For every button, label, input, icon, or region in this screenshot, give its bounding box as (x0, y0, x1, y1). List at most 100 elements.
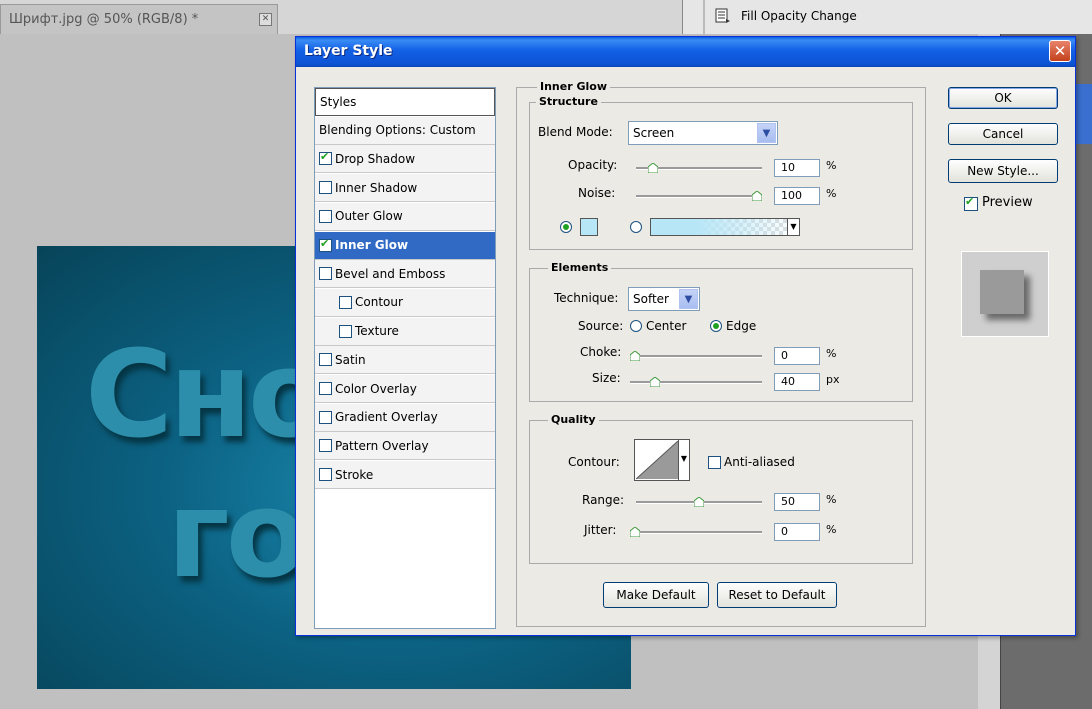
cancel-button[interactable]: Cancel (948, 123, 1058, 145)
style-item-label: Satin (335, 352, 366, 367)
technique-select[interactable]: Softer ▼ (628, 287, 700, 311)
gradient-radio[interactable] (630, 221, 642, 233)
blend-mode-value: Screen (633, 126, 675, 140)
style-checkbox[interactable] (319, 439, 332, 453)
history-item[interactable]: Fill Opacity Change (715, 8, 857, 24)
document-tab-title: Шрифт.jpg @ 50% (RGB/8) * (9, 12, 199, 27)
style-checkbox[interactable] (319, 237, 332, 252)
size-slider-thumb[interactable] (649, 377, 660, 387)
style-item-stroke[interactable]: Stroke (315, 461, 495, 490)
choke-slider-track (630, 355, 762, 358)
panel-divider (703, 0, 705, 34)
noise-input[interactable]: 100 (774, 187, 820, 205)
noise-slider-thumb[interactable] (752, 191, 762, 201)
style-item-label: Contour (355, 295, 403, 310)
source-edge-radio[interactable] (710, 320, 722, 332)
style-item-styles[interactable]: Styles (315, 88, 495, 116)
jitter-slider-thumb[interactable] (630, 527, 640, 537)
contour-picker[interactable]: ▼ (634, 439, 690, 481)
quality-title: Quality (548, 413, 599, 426)
style-item-gradient-overlay[interactable]: Gradient Overlay (315, 403, 495, 432)
jitter-input[interactable]: 0 (774, 523, 820, 541)
style-checkbox[interactable] (319, 181, 332, 195)
dialog-title: Layer Style (304, 43, 393, 59)
noise-label: Noise: (578, 186, 616, 200)
style-preview (961, 251, 1049, 337)
elements-group: Elements Technique: Softer ▼ Source: Cen… (529, 261, 913, 402)
style-item-inner-shadow[interactable]: Inner Shadow (315, 174, 495, 203)
choke-input[interactable]: 0 (774, 347, 820, 365)
size-label: Size: (592, 371, 621, 385)
chevron-down-icon[interactable]: ▼ (678, 440, 689, 480)
chevron-down-icon: ▼ (757, 123, 776, 143)
style-item-contour[interactable]: Contour (315, 288, 495, 317)
contour-curve-icon (636, 441, 678, 479)
choke-slider-thumb[interactable] (630, 351, 640, 361)
quality-group: Quality Contour: ▼ Anti-aliased Range: 5… (529, 413, 913, 564)
history-panel: Fill Opacity Change (682, 0, 1092, 34)
structure-group: Structure Blend Mode: Screen ▼ Opacity: … (529, 95, 913, 250)
reset-to-default-button[interactable]: Reset to Default (717, 582, 837, 608)
style-item-outer-glow[interactable]: Outer Glow (315, 202, 495, 231)
make-default-button[interactable]: Make Default (603, 582, 709, 608)
range-unit: % (826, 493, 837, 506)
history-state-icon (715, 8, 730, 23)
solid-color-radio[interactable] (560, 221, 572, 233)
opacity-input[interactable]: 10 (774, 159, 820, 177)
anti-aliased-checkbox[interactable] (708, 456, 721, 469)
style-checkbox[interactable] (319, 382, 332, 395)
style-checkbox[interactable] (339, 324, 352, 338)
style-checkbox[interactable] (319, 209, 332, 223)
source-center-label: Center (646, 319, 687, 333)
blend-mode-label: Blend Mode: (538, 125, 613, 139)
range-input[interactable]: 50 (774, 493, 820, 511)
document-tab[interactable]: Шрифт.jpg @ 50% (RGB/8) * ✕ (0, 4, 278, 34)
contour-label: Contour: (568, 455, 620, 469)
style-item-blending-options-custom[interactable]: Blending Options: Custom (315, 116, 495, 145)
style-item-drop-shadow[interactable]: Drop Shadow (315, 145, 495, 174)
technique-label: Technique: (554, 291, 619, 305)
preview-label: Preview (982, 195, 1033, 210)
ok-button[interactable]: OK (948, 87, 1058, 109)
jitter-label: Jitter: (584, 523, 617, 537)
style-checkbox[interactable] (319, 150, 332, 166)
source-center-radio[interactable] (630, 320, 642, 332)
style-checkbox[interactable] (319, 267, 332, 281)
style-item-label: Color Overlay (335, 381, 417, 396)
opacity-slider-thumb[interactable] (647, 163, 658, 173)
close-button[interactable]: ✕ (1049, 40, 1071, 62)
layer-style-dialog: Layer Style ✕ Styles Blending Options: Cu… (295, 36, 1076, 636)
size-input[interactable]: 40 (774, 373, 820, 391)
style-checkbox[interactable] (319, 410, 332, 424)
style-item-bevel-and-emboss[interactable]: Bevel and Emboss (315, 260, 495, 289)
style-item-label: Outer Glow (335, 209, 403, 224)
style-item-satin[interactable]: Satin (315, 346, 495, 375)
style-checkbox[interactable] (319, 353, 332, 367)
preview-checkbox[interactable] (964, 195, 978, 211)
chevron-down-icon[interactable]: ▼ (787, 219, 799, 235)
panel-highlight (1076, 84, 1092, 144)
style-item-texture[interactable]: Texture (315, 317, 495, 346)
glow-color-swatch[interactable] (580, 218, 598, 236)
style-item-label: Inner Shadow (335, 180, 418, 195)
style-item-pattern-overlay[interactable]: Pattern Overlay (315, 432, 495, 461)
preview-thumbnail (980, 270, 1024, 314)
style-checkbox[interactable] (339, 295, 352, 309)
style-checkbox[interactable] (319, 468, 332, 482)
jitter-slider-track (630, 531, 762, 534)
range-slider-thumb[interactable] (694, 497, 704, 507)
close-tab-icon[interactable]: ✕ (259, 13, 272, 26)
style-item-inner-glow[interactable]: Inner Glow (315, 231, 495, 260)
style-item-label: Gradient Overlay (335, 410, 438, 425)
blend-mode-select[interactable]: Screen ▼ (628, 121, 778, 145)
gradient-swatch[interactable]: ▼ (650, 218, 800, 236)
noise-slider-track (636, 195, 762, 198)
document-tabbar: Шрифт.jpg @ 50% (RGB/8) * ✕ (0, 0, 682, 35)
inner-glow-panel: Inner Glow Structure Blend Mode: Screen … (516, 80, 926, 627)
style-item-label: Pattern Overlay (335, 438, 429, 453)
artwork-text-line1: Сно (85, 326, 330, 465)
dialog-titlebar[interactable]: Layer Style ✕ (296, 37, 1075, 67)
style-item-color-overlay[interactable]: Color Overlay (315, 375, 495, 403)
new-style-button[interactable]: New Style... (948, 159, 1058, 183)
opacity-unit: % (826, 159, 837, 172)
